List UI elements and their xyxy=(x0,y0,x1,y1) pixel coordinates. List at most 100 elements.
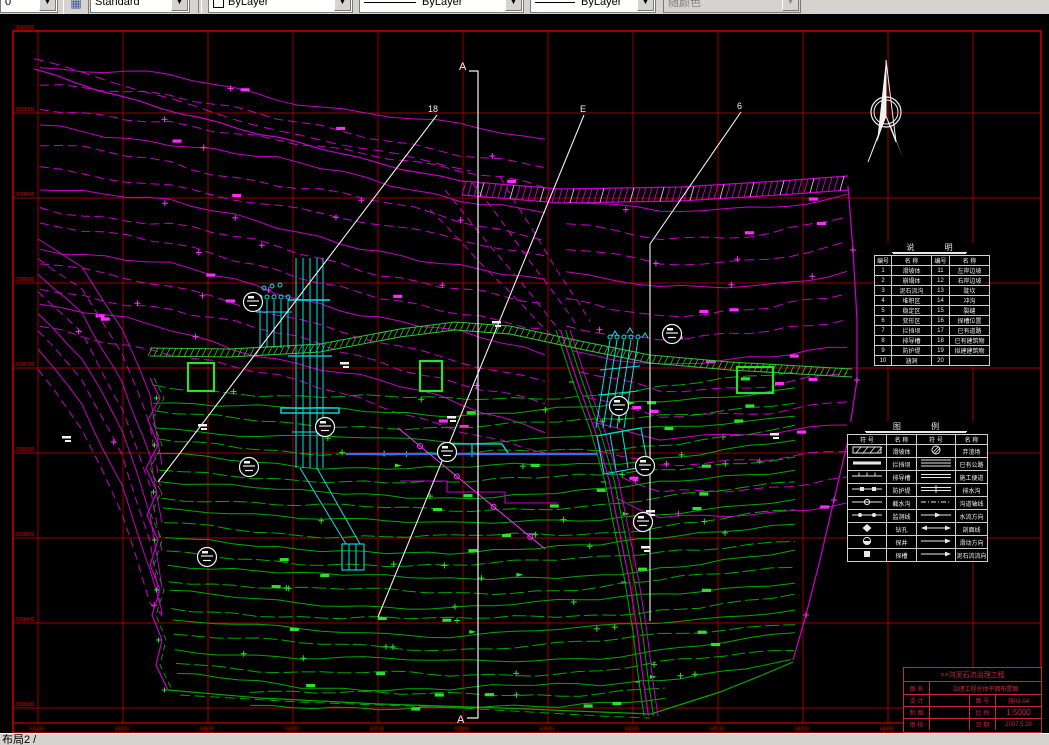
legend-cell xyxy=(916,444,956,458)
legend-cell: 编号 xyxy=(874,255,892,266)
drawing-name-label: 图 名 xyxy=(904,682,930,694)
tb-value xyxy=(930,719,970,730)
legend-cell: 名 称 xyxy=(886,434,917,445)
legend-cell xyxy=(847,483,887,497)
legend-row: 探井 滑动方向 xyxy=(847,535,988,549)
grid-coordinate-labels: 3299100329900032989003298800329870032986… xyxy=(15,25,979,733)
legend-row: 2 崩塌体 12 右岸边坡 xyxy=(874,275,990,286)
legend-cell: 崩塌体 xyxy=(891,275,932,286)
tb-value xyxy=(930,695,970,706)
legend-cell: 5 xyxy=(874,305,892,316)
svg-text:E: E xyxy=(580,104,586,114)
linetype-combo[interactable]: ByLayer ▼ xyxy=(359,0,524,13)
legend-cell xyxy=(847,470,887,484)
layer-combo[interactable]: 0 ▼ xyxy=(0,0,58,13)
color-combo[interactable]: ByLayer ▼ xyxy=(208,0,353,13)
legend-cell: 稳定区 xyxy=(891,305,932,316)
chevron-down-icon[interactable]: ▼ xyxy=(334,0,351,11)
svg-text:3298300: 3298300 xyxy=(15,702,35,708)
annotations-white: A A 18 E 6 xyxy=(62,61,779,726)
svg-text:63800: 63800 xyxy=(455,727,469,733)
legend-cell: 左岸边坡 xyxy=(949,265,990,276)
legend-cell: 防护堤 xyxy=(891,345,932,356)
status-bar: 布局2 / xyxy=(0,733,1049,745)
legend-row: 7 拦挡坝 17 已有道路 xyxy=(874,325,990,336)
mid-arrow-line-icon xyxy=(921,512,951,518)
legend-cell: 探槽 xyxy=(886,548,917,562)
chevron-down-icon[interactable]: ▼ xyxy=(505,0,522,11)
legend-cell: 监测线 xyxy=(886,509,917,523)
drawing-name: 治理工程总体平面布置图 xyxy=(952,686,1019,693)
legend-symbols-title: 图 例 xyxy=(865,422,967,432)
legend-cell: 12 xyxy=(931,275,950,286)
legend-cell xyxy=(847,457,887,471)
chevron-down-icon[interactable]: ▼ xyxy=(171,0,188,11)
thick-line-icon xyxy=(853,461,881,465)
double-line-icon xyxy=(921,474,951,478)
svg-text:64100: 64100 xyxy=(710,727,724,733)
legend-cell xyxy=(847,496,887,510)
legend-cell: 堆积区 xyxy=(891,295,932,306)
svg-text:3298800: 3298800 xyxy=(15,277,35,283)
square-icon xyxy=(864,551,870,557)
legend-cell: 水流方向 xyxy=(955,509,988,523)
layer-combo-value: 0 xyxy=(5,0,12,8)
lineweight-combo[interactable]: ByLayer ▼ xyxy=(530,0,656,13)
tb-date: 2007.5.28 xyxy=(1005,721,1032,728)
legend-symbols-body: 符 号名 称符 号名 称滑坡体 弃渣场 拦挡坝 已有公路 排导槽 施工便道 防护堤 排水沟 截水… xyxy=(847,434,988,562)
legend-cell: 已有道路 xyxy=(949,325,990,336)
toolbar-grid-button[interactable]: ▦ xyxy=(63,0,89,14)
tb-label: 审 核 xyxy=(904,719,930,730)
plotstyle-combo: 随颜色 ▼ xyxy=(663,0,801,13)
legend-cell: 4 xyxy=(874,295,892,306)
svg-text:63900: 63900 xyxy=(540,727,554,733)
legend-cell: 泥石流流向 xyxy=(955,548,988,562)
legend-cell xyxy=(847,522,887,536)
legend-row: 6 变形区 16 探槽位置 xyxy=(874,315,990,326)
svg-text:3299100: 3299100 xyxy=(15,25,35,31)
layout-tab[interactable]: 布局2 / xyxy=(2,734,36,745)
hatch-circle-icon xyxy=(931,445,941,455)
legend-cell: 6 xyxy=(874,315,892,326)
tb-value xyxy=(930,707,970,718)
cad-application-window: 0 ▼ ▦ Standard ▼ ByLayer ▼ ByLayer ▼ ByL… xyxy=(0,0,1049,745)
svg-text:A: A xyxy=(457,714,465,726)
chevron-down-icon[interactable]: ▼ xyxy=(637,0,654,11)
tb-label: 日 期 xyxy=(970,719,996,730)
style-combo[interactable]: Standard ▼ xyxy=(90,0,190,13)
legend-cell: 11 xyxy=(931,265,950,276)
legend-cell xyxy=(916,483,956,497)
legend-cell: 名 称 xyxy=(891,255,932,266)
legend-row: 1 滑坡体 11 左岸边坡 xyxy=(874,265,990,276)
node-line-icon xyxy=(852,513,882,517)
svg-text:A: A xyxy=(459,61,467,73)
tb-scale: 1:5000 xyxy=(1006,708,1031,717)
svg-text:64000: 64000 xyxy=(625,727,639,733)
legend-row: 3 泥石流沟 13 陡坎 xyxy=(874,285,990,296)
toolbar: 0 ▼ ▦ Standard ▼ ByLayer ▼ ByLayer ▼ ByL… xyxy=(0,0,1049,14)
linetype-combo-value: ByLayer xyxy=(422,0,463,8)
legend-row: 探槽 泥石流流向 xyxy=(847,548,988,562)
title-block: ××沟泥石流治理工程 图 名 治理工程总体平面布置图 设 计 图 号 施03-0… xyxy=(903,667,1042,733)
legend-cell: 名 称 xyxy=(955,434,988,445)
legend-row: 4 堆积区 14 冲沟 xyxy=(874,295,990,306)
legend-numbered-table: 说 明 编号名 称编号名 称 1 滑坡体 11 左岸边坡 2 崩塌体 12 右岸边坡 3 泥石流沟 1… xyxy=(874,243,990,366)
legend-cell: 已有建筑物 xyxy=(949,335,990,346)
legend-cell: 15 xyxy=(931,305,950,316)
diamond-icon xyxy=(862,524,872,532)
chevron-down-icon[interactable]: ▼ xyxy=(39,0,56,11)
legend-cell: 7 xyxy=(874,325,892,336)
svg-text:3298600: 3298600 xyxy=(15,447,35,453)
legend-numbered-body: 编号名 称编号名 称 1 滑坡体 11 左岸边坡 2 崩塌体 12 右岸边坡 3 泥石流沟 13 陡坎 4… xyxy=(874,255,990,366)
svg-text:63700: 63700 xyxy=(370,727,384,733)
color-swatch-icon xyxy=(213,0,224,8)
legend-cell: 裂缝 xyxy=(949,305,990,316)
legend-row: 8 排导槽 18 已有建筑物 xyxy=(874,335,990,346)
legend-cell xyxy=(916,457,956,471)
legend-cell: 排导槽 xyxy=(886,470,917,484)
legend-row: 防护堤 排水沟 xyxy=(847,483,988,497)
drawing-canvas[interactable]: 3299100329900032989003298800329870032986… xyxy=(0,0,1049,745)
legend-cell: 泥石流沟 xyxy=(891,285,932,296)
svg-text:63400: 63400 xyxy=(115,727,129,733)
legend-row: 滑坡体 弃渣场 xyxy=(847,444,988,458)
